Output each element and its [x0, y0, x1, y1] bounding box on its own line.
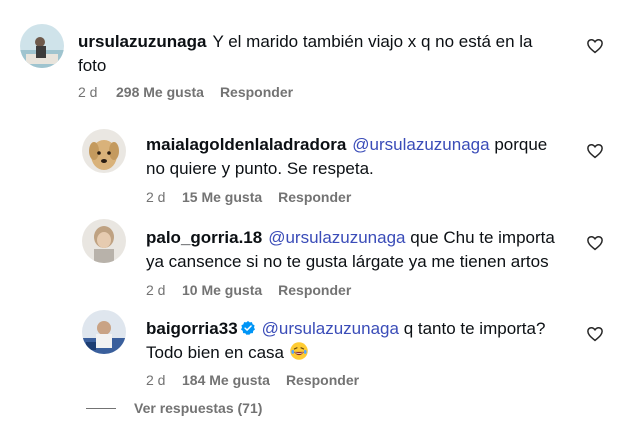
avatar[interactable]: [82, 219, 126, 263]
heart-outline-icon[interactable]: [586, 325, 604, 343]
heart-outline-icon[interactable]: [586, 142, 604, 160]
comment-username[interactable]: baigorria33: [146, 319, 238, 338]
comment-meta: 2 d 15 Me gusta Responder: [146, 189, 351, 205]
heart-outline-icon[interactable]: [586, 234, 604, 252]
comment-username[interactable]: palo_gorria.18: [146, 228, 262, 247]
comment-meta: 2 d 184 Me gusta Responder: [146, 372, 359, 388]
avatar-photo: [82, 129, 126, 173]
comment-likes[interactable]: 15 Me gusta: [182, 189, 262, 205]
comment-body: palo_gorria.18 @ursulazuzunaga que Chu te…: [146, 226, 566, 274]
comment: [20, 24, 64, 68]
comment-time[interactable]: 2 d: [146, 372, 182, 388]
reply-button[interactable]: Responder: [286, 372, 359, 388]
mention-link[interactable]: @ursulazuzunaga: [262, 319, 399, 338]
verified-badge-icon: [240, 321, 255, 335]
comment-body: ursulazuzunaga Y el marido también viajo …: [78, 30, 558, 78]
comment-username[interactable]: ursulazuzunaga: [78, 32, 206, 51]
comment-body: maialagoldenlaladradora @ursulazuzunaga p…: [146, 133, 556, 181]
comment-likes[interactable]: 298 Me gusta: [116, 84, 204, 100]
avatar-photo: [20, 24, 64, 68]
reply-comment: [82, 219, 126, 263]
comment-meta: 2 d 298 Me gusta Responder: [78, 84, 293, 100]
heart-outline-icon[interactable]: [586, 37, 604, 55]
mention-link[interactable]: @ursulazuzunaga: [352, 135, 489, 154]
reply-comment: [82, 129, 126, 173]
comment-meta: 2 d 10 Me gusta Responder: [146, 282, 351, 298]
avatar-photo: [82, 310, 126, 354]
laughing-face-emoji-icon: [289, 342, 308, 360]
view-replies-button[interactable]: Ver respuestas (71): [86, 400, 262, 416]
divider-line: [86, 407, 116, 409]
comment-body: baigorria33 @ursulazuzunaga q tanto te i…: [146, 317, 576, 365]
mention-link[interactable]: @ursulazuzunaga: [268, 228, 405, 247]
reply-button[interactable]: Responder: [278, 189, 351, 205]
view-replies-label[interactable]: Ver respuestas (71): [134, 400, 262, 416]
reply-comment: [82, 310, 126, 354]
comment-likes[interactable]: 184 Me gusta: [182, 372, 270, 388]
reply-button[interactable]: Responder: [220, 84, 293, 100]
comment-time[interactable]: 2 d: [78, 84, 116, 100]
avatar[interactable]: [82, 129, 126, 173]
reply-button[interactable]: Responder: [278, 282, 351, 298]
comment-likes[interactable]: 10 Me gusta: [182, 282, 262, 298]
comment-time[interactable]: 2 d: [146, 189, 182, 205]
avatar[interactable]: [20, 24, 64, 68]
avatar-photo: [82, 219, 126, 263]
avatar[interactable]: [82, 310, 126, 354]
comment-username[interactable]: maialagoldenlaladradora: [146, 135, 346, 154]
comment-time[interactable]: 2 d: [146, 282, 182, 298]
